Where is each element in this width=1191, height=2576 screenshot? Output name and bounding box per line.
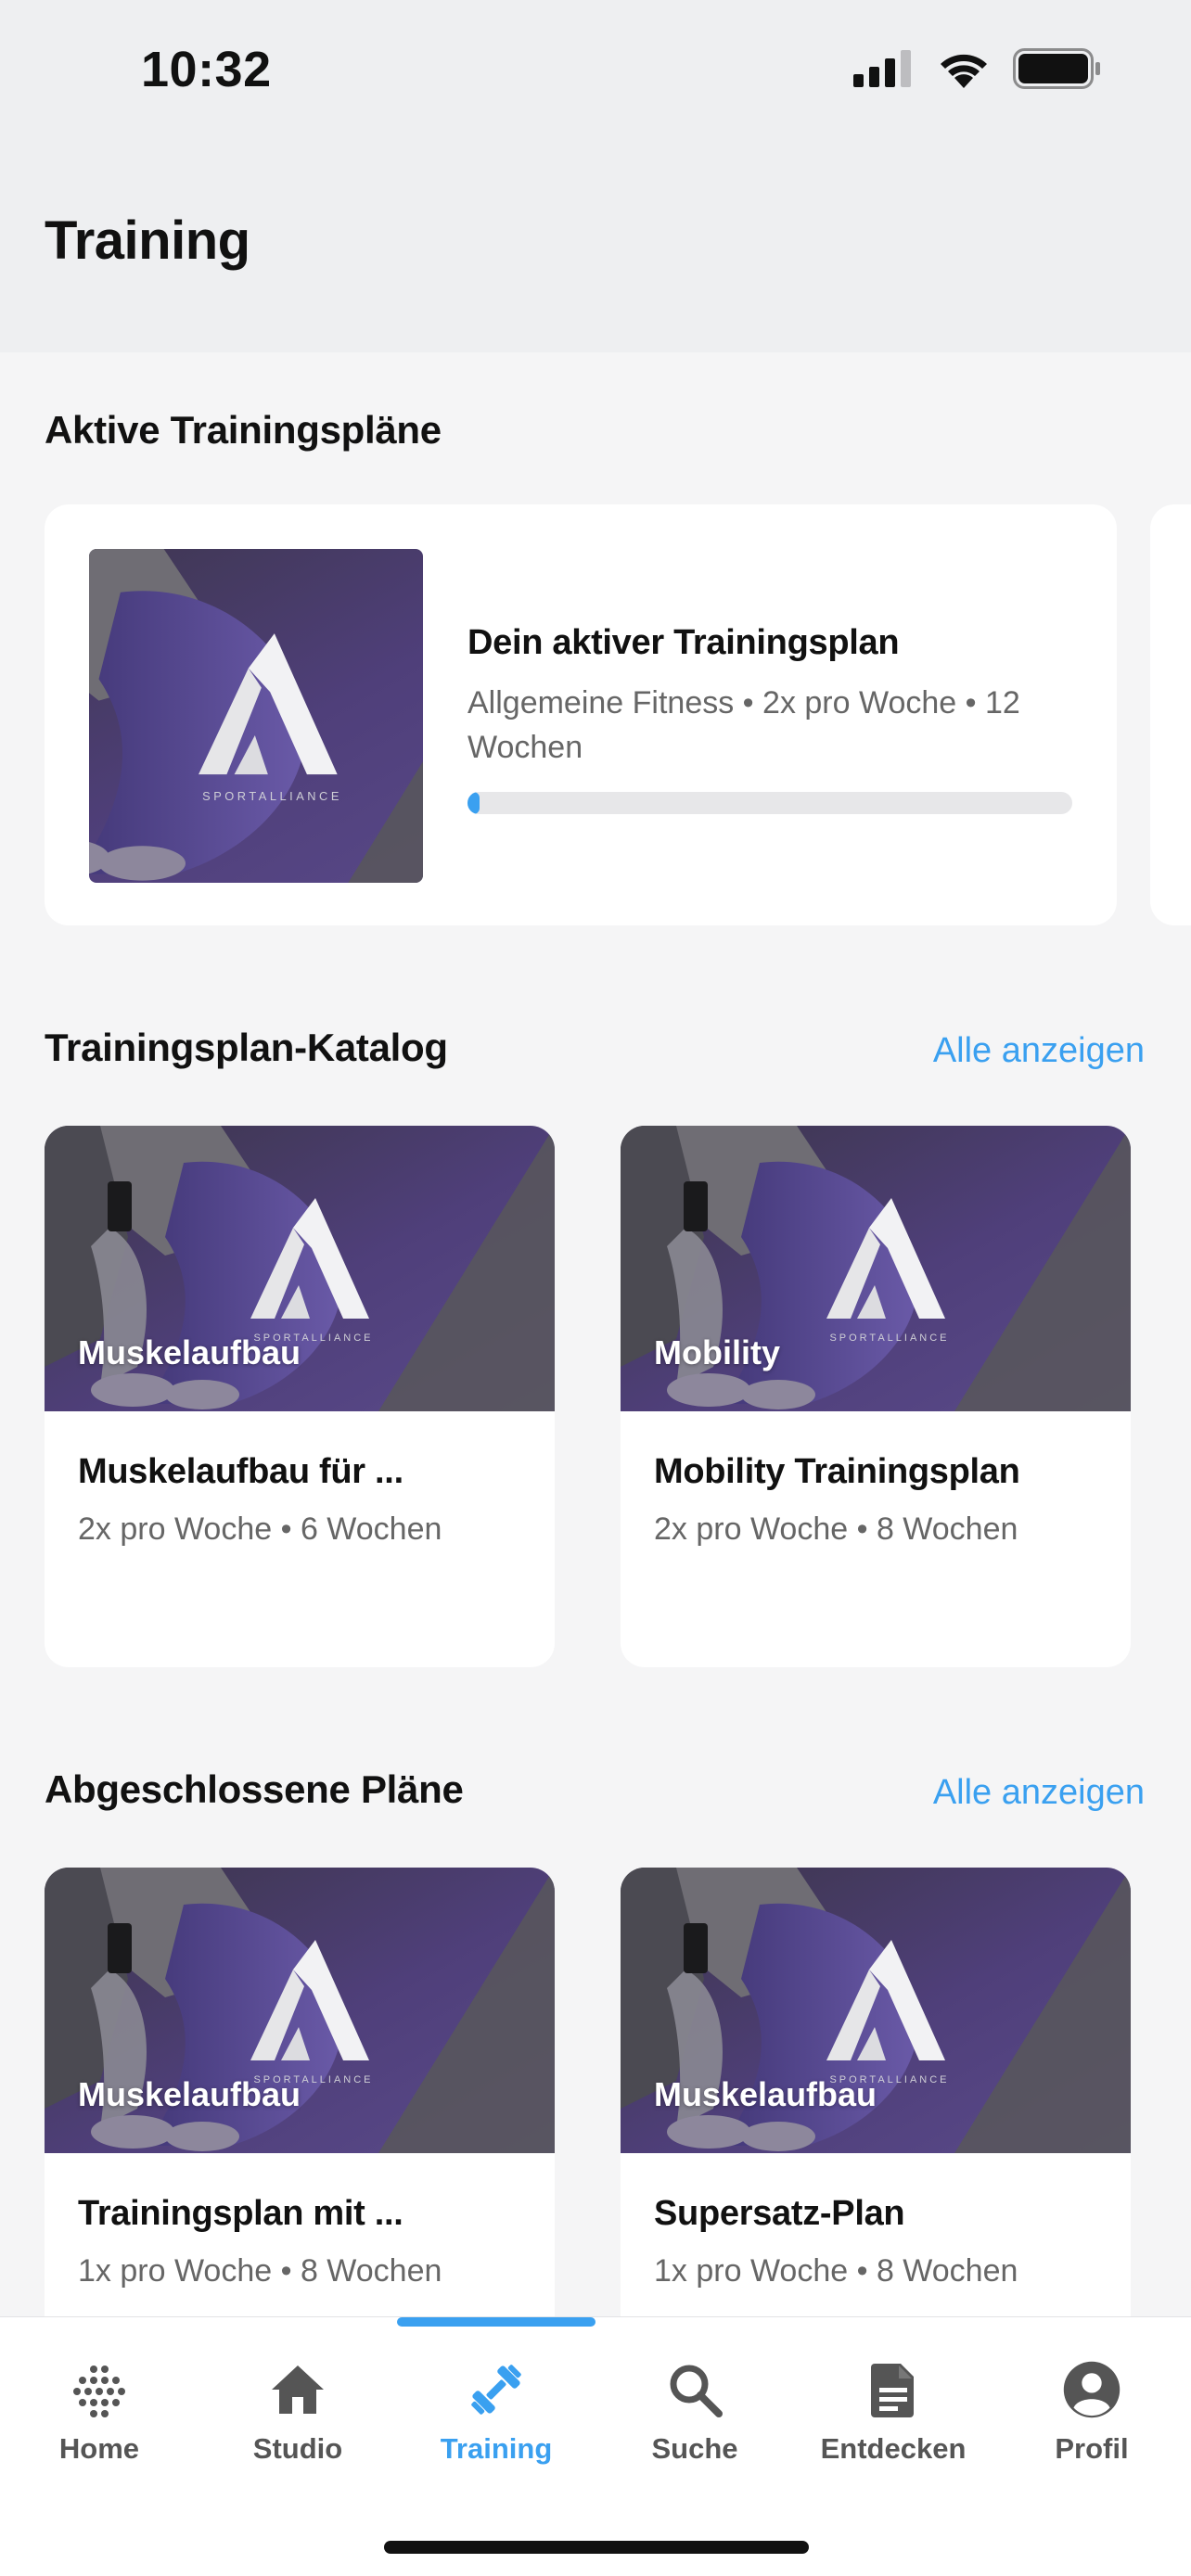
plan-meta: 1x pro Woche • 8 Wochen [78,2253,442,2289]
active-plan-title: Dein aktiver Trainingsplan [467,623,900,662]
tab-label: Studio [252,2432,343,2465]
tab-label: Home [58,2432,140,2465]
plan-title: Muskelaufbau für ... [78,1452,403,1491]
tab-discover[interactable]: Entdecken [794,2360,992,2480]
active-plan-image [89,549,423,883]
dots-grid-icon [70,2360,129,2419]
tab-training[interactable]: Training [397,2360,596,2480]
status-icons [853,46,1102,91]
completed-see-all-link[interactable]: Alle anzeigen [933,1773,1145,1813]
catalog-card[interactable]: Mobility Mobility Trainingsplan 2x pro W… [621,1126,1131,1667]
plan-tag: Mobility [654,1333,780,1371]
home-indicator [384,2541,809,2554]
plan-meta: 2x pro Woche • 8 Wochen [654,1511,1018,1547]
plan-meta: 2x pro Woche • 6 Wochen [78,1511,442,1547]
tab-label: Profil [1055,2432,1129,2465]
catalog-card[interactable]: Muskelaufbau Muskelaufbau für ... 2x pro… [45,1126,555,1667]
search-icon [665,2360,724,2419]
plan-meta: 1x pro Woche • 8 Wochen [654,2253,1018,2289]
wifi-icon [941,54,987,88]
next-active-plan-card[interactable] [1150,504,1191,925]
tab-search[interactable]: Suche [596,2360,794,2480]
page-title: Training [45,210,250,271]
catalog-title: Trainingsplan-Katalog [45,1026,448,1069]
plan-tag: Muskelaufbau [78,1333,301,1371]
plan-title: Supersatz-Plan [654,2194,905,2233]
plan-tag: Muskelaufbau [78,2075,301,2113]
active-plan-meta: Allgemeine Fitness • 2x pro Woche • 12 W… [467,685,1020,765]
signal-icon [853,50,911,87]
catalog-see-all-link[interactable]: Alle anzeigen [933,1031,1145,1071]
active-plan-progress [467,792,1072,814]
plan-tag: Muskelaufbau [654,2075,877,2113]
tab-label: Training [440,2432,553,2465]
progress-fill [467,792,480,814]
active-plans-title: Aktive Trainingspläne [45,408,442,452]
document-icon [864,2360,923,2419]
header-area: 10:32 Training [0,0,1191,352]
status-time: 10:32 [141,42,272,97]
active-plan-card[interactable]: Dein aktiver Trainingsplan Allgemeine Fi… [45,504,1117,925]
tab-label: Entdecken [820,2432,967,2465]
completed-plans-title: Abgeschlossene Pläne [45,1767,464,1811]
plan-title: Mobility Trainingsplan [654,1452,1020,1491]
tab-bar: Home Studio Training Suche Entdecken Pro… [0,2316,1191,2576]
active-tab-indicator [397,2317,596,2327]
plan-title: Trainingsplan mit ... [78,2194,403,2233]
tab-profile[interactable]: Profil [992,2360,1191,2480]
tab-home[interactable]: Home [0,2360,198,2480]
profile-icon [1062,2360,1121,2419]
tab-label: Suche [651,2432,738,2465]
battery-icon [1013,48,1100,89]
dumbbell-icon [467,2360,526,2419]
tab-studio[interactable]: Studio [198,2360,397,2480]
house-icon [268,2360,327,2419]
